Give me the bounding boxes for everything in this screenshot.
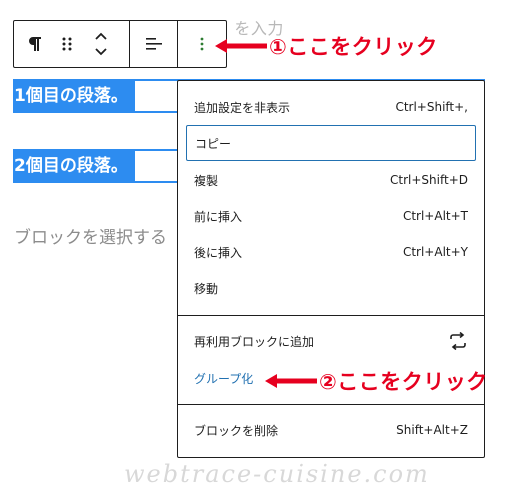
reusable-block-icon [450, 332, 466, 350]
align-left-icon[interactable] [135, 21, 173, 67]
block-options-menu: 追加設定を非表示 Ctrl+Shift+, コピー 複製 Ctrl+Shift+… [177, 80, 485, 458]
paragraph-block-1[interactable]: 1個目の段落。 [13, 81, 135, 111]
menu-item-shortcut: Ctrl+Alt+Y [402, 245, 468, 259]
left-arrow-icon [265, 374, 317, 388]
menu-item-label: グループ化 [194, 371, 254, 386]
menu-item-shortcut: Shift+Alt+Z [396, 423, 468, 437]
block-placeholder: ブロックを選択する [14, 228, 167, 248]
annotation-step2-text: ②ここをクリック [319, 370, 488, 394]
menu-item-label: 後に挿入 [194, 245, 243, 260]
menu-item-label: 移動 [194, 281, 219, 296]
menu-item-label: 追加設定を非表示 [194, 100, 291, 115]
paragraph-block-2[interactable]: 2個目の段落。 [13, 151, 135, 181]
annotation-step1: ①ここをクリック [213, 31, 438, 61]
annotation-step1-text: ①ここをクリック [269, 35, 438, 59]
menu-item-hide-settings[interactable]: 追加設定を非表示 Ctrl+Shift+, [186, 89, 476, 125]
menu-item-copy[interactable]: コピー [186, 125, 476, 161]
toolbar-group-align [130, 21, 178, 67]
left-arrow-icon [215, 39, 267, 53]
annotation-step2: ②ここをクリック [263, 366, 488, 396]
paragraph-icon[interactable] [20, 21, 50, 67]
menu-divider [178, 315, 484, 316]
menu-divider [178, 404, 484, 405]
menu-item-insert-after[interactable]: 後に挿入 Ctrl+Alt+Y [186, 234, 476, 270]
menu-item-label: 複製 [194, 173, 219, 188]
drag-handle-icon[interactable] [50, 21, 84, 67]
move-up-down-icon[interactable] [84, 21, 118, 67]
menu-item-label: 再利用ブロックに追加 [194, 334, 315, 349]
menu-item-label: コピー [195, 136, 232, 151]
menu-item-label: 前に挿入 [194, 209, 243, 224]
menu-item-label: ブロックを削除 [194, 423, 279, 438]
menu-item-shortcut: Ctrl+Shift+D [390, 173, 468, 187]
menu-item-shortcut: Ctrl+Shift+, [395, 100, 468, 114]
watermark: webtrace-cuisine.com [124, 460, 430, 488]
menu-item-duplicate[interactable]: 複製 Ctrl+Shift+D [186, 162, 476, 198]
menu-item-add-reusable[interactable]: 再利用ブロックに追加 [186, 323, 476, 359]
menu-item-insert-before[interactable]: 前に挿入 Ctrl+Alt+T [186, 198, 476, 234]
toolbar-group-block [14, 21, 130, 67]
menu-item-move[interactable]: 移動 [186, 270, 476, 306]
menu-item-shortcut: Ctrl+Alt+T [402, 209, 468, 223]
block-toolbar [13, 20, 227, 68]
menu-item-delete-block[interactable]: ブロックを削除 Shift+Alt+Z [186, 412, 476, 448]
